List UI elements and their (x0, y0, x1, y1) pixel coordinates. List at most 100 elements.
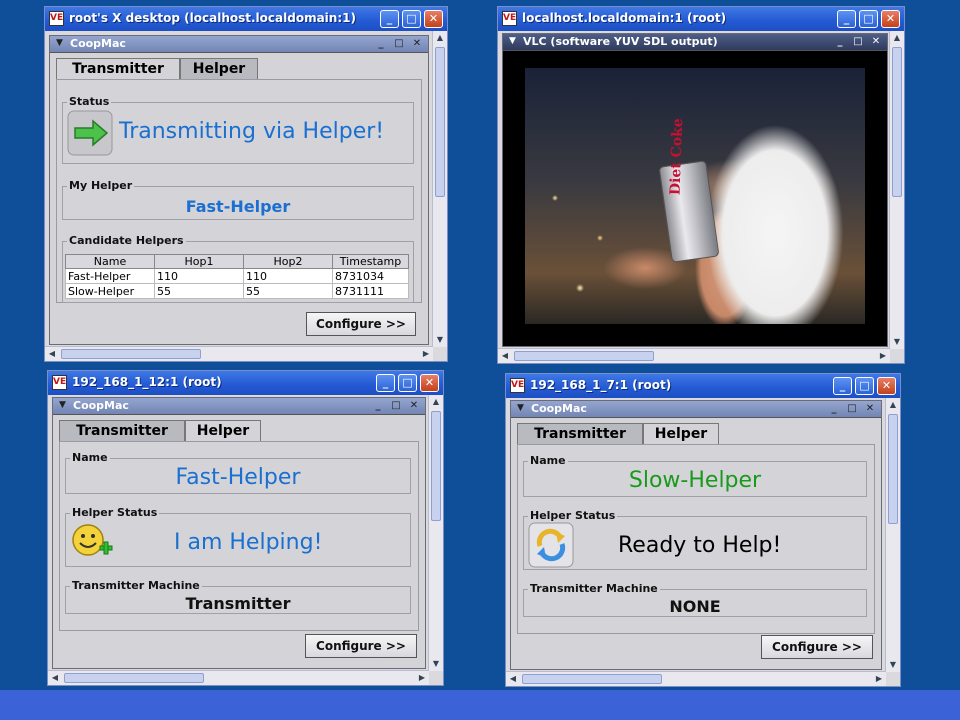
scroll-thumb[interactable] (888, 414, 898, 524)
scroll-down-arrow[interactable]: ▼ (886, 658, 900, 672)
inner-close-button[interactable]: ✕ (410, 37, 424, 50)
scroll-left-arrow[interactable]: ◀ (45, 347, 59, 361)
inner-minimize-button[interactable]: _ (833, 35, 847, 48)
scroll-down-arrow[interactable]: ▼ (890, 335, 904, 349)
window-menu-icon[interactable]: ▼ (53, 37, 66, 50)
inner-minimize-button[interactable]: _ (371, 399, 385, 412)
horizontal-scrollbar[interactable]: ◀ ▶ (498, 348, 890, 363)
tab-transmitter[interactable]: Transmitter (517, 423, 643, 445)
table-row[interactable]: Slow-Helper 55 55 8731111 (65, 283, 409, 299)
maximize-button[interactable]: □ (855, 377, 874, 395)
inner-close-button[interactable]: ✕ (869, 35, 883, 48)
inner-maximize-button[interactable]: □ (851, 35, 865, 48)
minimize-button[interactable]: _ (833, 377, 852, 395)
configure-button[interactable]: Configure >> (761, 635, 873, 659)
column-header[interactable]: Timestamp (332, 254, 409, 269)
close-button[interactable]: ✕ (881, 10, 900, 28)
vertical-scrollbar[interactable]: ▲ ▼ (885, 398, 900, 672)
helper-status-group: Helper Status I am Helping! (65, 506, 411, 567)
vnc-app-icon: VE (502, 11, 517, 26)
window-menu-icon[interactable]: ▼ (56, 399, 69, 412)
transmitter-machine-group: Transmitter Machine NONE (523, 582, 867, 617)
vnc-window-top-right: VE localhost.localdomain:1 (root) _ □ ✕ … (497, 6, 905, 364)
scroll-up-arrow[interactable]: ▲ (886, 398, 900, 412)
scroll-left-arrow[interactable]: ◀ (506, 672, 520, 686)
inner-close-button[interactable]: ✕ (863, 402, 877, 415)
scroll-up-arrow[interactable]: ▲ (433, 31, 447, 45)
scroll-thumb[interactable] (61, 349, 201, 359)
close-button[interactable]: ✕ (424, 10, 443, 28)
scroll-right-arrow[interactable]: ▶ (872, 672, 886, 686)
column-header[interactable]: Name (65, 254, 155, 269)
tab-transmitter[interactable]: Transmitter (56, 58, 180, 80)
maximize-button[interactable]: □ (402, 10, 421, 28)
tab-helper[interactable]: Helper (185, 420, 261, 442)
inner-maximize-button[interactable]: □ (845, 402, 859, 415)
vertical-scrollbar[interactable]: ▲ ▼ (432, 31, 447, 347)
vnc-title: root's X desktop (localhost.localdomain:… (69, 11, 356, 25)
scroll-thumb[interactable] (435, 47, 445, 197)
arrow-right-icon (67, 110, 113, 156)
vnc-titlebar[interactable]: VE localhost.localdomain:1 (root) _ □ ✕ (498, 7, 904, 31)
status-group: Status Transmitting via Helper! (62, 95, 414, 164)
helper-status-value: Ready to Help! (618, 533, 782, 558)
scroll-up-arrow[interactable]: ▲ (890, 31, 904, 45)
coopmac-titlebar[interactable]: ▼ CoopMac _ □ ✕ (53, 398, 425, 415)
tab-helper[interactable]: Helper (643, 423, 719, 445)
inner-maximize-button[interactable]: □ (389, 399, 403, 412)
vertical-scrollbar[interactable]: ▲ ▼ (428, 395, 443, 671)
minimize-button[interactable]: _ (376, 374, 395, 392)
configure-button[interactable]: Configure >> (306, 312, 416, 336)
vnc-titlebar[interactable]: VE 192_168_1_7:1 (root) _ □ ✕ (506, 374, 900, 398)
minimize-button[interactable]: _ (837, 10, 856, 28)
vnc-titlebar[interactable]: VE root's X desktop (localhost.localdoma… (45, 7, 447, 31)
configure-button[interactable]: Configure >> (305, 634, 417, 658)
table-row[interactable]: Fast-Helper 110 110 8731034 (65, 268, 409, 284)
minimize-button[interactable]: _ (380, 10, 399, 28)
inner-minimize-button[interactable]: _ (827, 402, 841, 415)
vertical-scrollbar[interactable]: ▲ ▼ (889, 31, 904, 349)
scroll-thumb[interactable] (514, 351, 654, 361)
vlc-title: VLC (software YUV SDL output) (523, 35, 718, 48)
scroll-right-arrow[interactable]: ▶ (415, 671, 429, 685)
window-menu-icon[interactable]: ▼ (514, 402, 527, 415)
scroll-left-arrow[interactable]: ◀ (48, 671, 62, 685)
coopmac-titlebar[interactable]: ▼ CoopMac _ □ ✕ (50, 36, 428, 53)
vnc-titlebar[interactable]: VE 192_168_1_12:1 (root) _ □ ✕ (48, 371, 443, 395)
scroll-left-arrow[interactable]: ◀ (498, 349, 512, 363)
column-header[interactable]: Hop1 (154, 254, 244, 269)
video-frame[interactable]: Diet Coke (525, 68, 865, 324)
transmitter-machine-value: Transmitter (185, 594, 291, 613)
inner-maximize-button[interactable]: □ (392, 37, 406, 50)
scroll-up-arrow[interactable]: ▲ (429, 395, 443, 409)
scroll-right-arrow[interactable]: ▶ (419, 347, 433, 361)
scroll-right-arrow[interactable]: ▶ (876, 349, 890, 363)
inner-minimize-button[interactable]: _ (374, 37, 388, 50)
horizontal-scrollbar[interactable]: ◀ ▶ (506, 671, 886, 686)
vlc-titlebar[interactable]: ▼ VLC (software YUV SDL output) _ □ ✕ (503, 34, 887, 51)
coopmac-titlebar[interactable]: ▼ CoopMac _ □ ✕ (511, 401, 881, 418)
scroll-thumb[interactable] (431, 411, 441, 521)
tab-helper[interactable]: Helper (180, 58, 258, 80)
window-menu-icon[interactable]: ▼ (506, 35, 519, 48)
horizontal-scrollbar[interactable]: ◀ ▶ (48, 670, 429, 685)
scroll-thumb[interactable] (522, 674, 662, 684)
scroll-thumb[interactable] (64, 673, 204, 683)
horizontal-scrollbar[interactable]: ◀ ▶ (45, 346, 433, 361)
table-header-row: Name Hop1 Hop2 Timestamp (65, 254, 409, 269)
status-text: Transmitting via Helper! (119, 119, 385, 144)
coopmac-window: ▼ CoopMac _ □ ✕ Transmitter Helper Name … (510, 400, 882, 670)
close-button[interactable]: ✕ (420, 374, 439, 392)
vnc-window-bottom-right: VE 192_168_1_7:1 (root) _ □ ✕ ▼ CoopMac … (505, 373, 901, 687)
scroll-down-arrow[interactable]: ▼ (429, 657, 443, 671)
inner-close-button[interactable]: ✕ (407, 399, 421, 412)
name-value: Slow-Helper (628, 468, 762, 493)
scroll-thumb[interactable] (892, 47, 902, 197)
tab-transmitter[interactable]: Transmitter (59, 420, 185, 442)
maximize-button[interactable]: □ (398, 374, 417, 392)
taskbar-strip (0, 690, 960, 720)
maximize-button[interactable]: □ (859, 10, 878, 28)
close-button[interactable]: ✕ (877, 377, 896, 395)
column-header[interactable]: Hop2 (243, 254, 333, 269)
scroll-down-arrow[interactable]: ▼ (433, 333, 447, 347)
